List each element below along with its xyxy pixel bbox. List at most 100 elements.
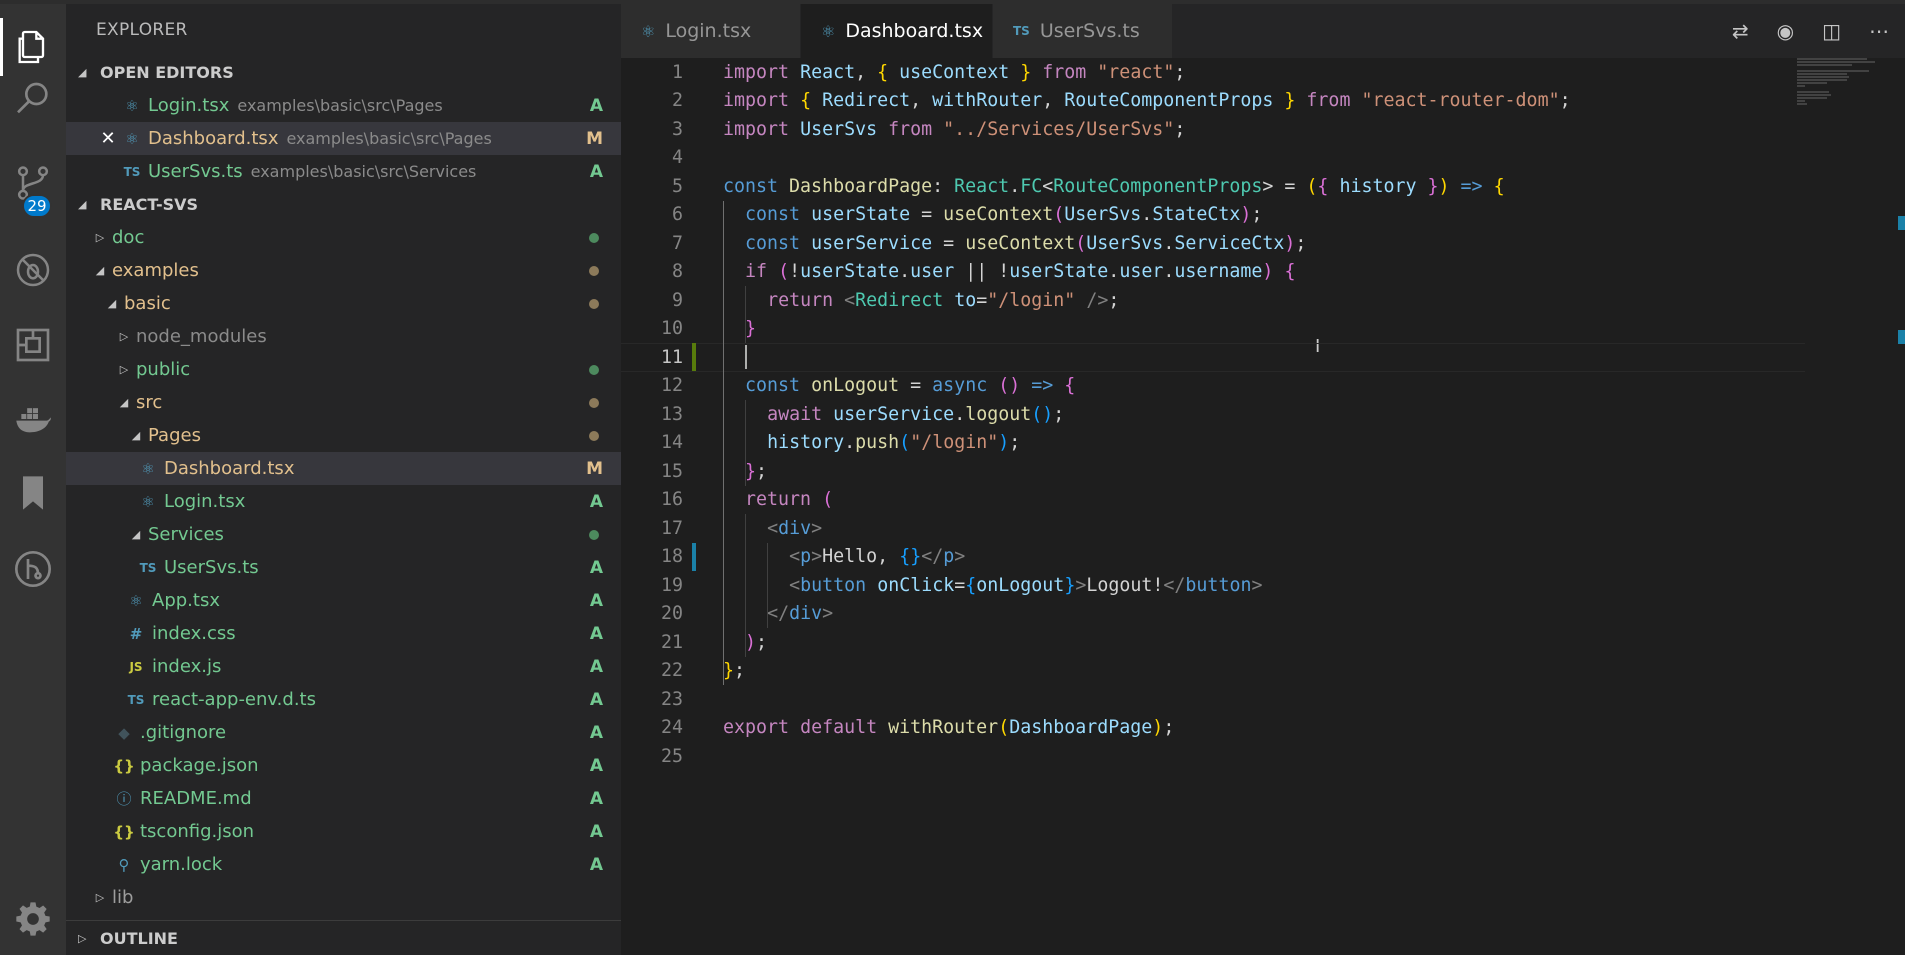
bookmarks-icon[interactable] — [0, 460, 66, 526]
sidebar-title: EXPLORER — [96, 20, 188, 40]
code-line[interactable]: 8 if (!userState.user || !userState.user.… — [621, 258, 1805, 287]
extensions-icon[interactable] — [0, 312, 66, 378]
status-dot — [589, 265, 599, 276]
tab-dashboard[interactable]: ⚛ Dashboard.tsx — [801, 4, 993, 58]
code-line[interactable]: 1 import React, { useContext } from "reac… — [621, 58, 1805, 87]
indent-guide — [745, 514, 747, 657]
search-icon[interactable] — [0, 66, 66, 132]
git-change-marker[interactable] — [692, 343, 696, 371]
tree-file-readme[interactable]: ⓘ README.md A — [66, 782, 621, 815]
status-dot — [589, 232, 599, 243]
tree-file-dashboard[interactable]: ⚛ Dashboard.tsx M — [66, 452, 621, 485]
tree-folder-pages[interactable]: ◢ Pages — [66, 419, 621, 452]
code-line[interactable]: 14 history.push("/login"); — [621, 429, 1805, 458]
tree-file-index-css[interactable]: # index.css A — [66, 617, 621, 650]
editor-scrollbar[interactable] — [1891, 58, 1905, 955]
editor-tabs: ⚛ Login.tsx ⚛ Dashboard.tsx TS UserSvs.t… — [621, 0, 1905, 58]
code-line[interactable]: 6 const userState = useContext(UserSvs.St… — [621, 201, 1805, 230]
tree-file-package-json[interactable]: {} package.json A — [66, 749, 621, 782]
code-line[interactable]: 13 await userService.logout(); — [621, 400, 1805, 429]
code-line[interactable]: 24 export default withRouter(DashboardPag… — [621, 714, 1805, 743]
code-text: history.push("/login"); — [767, 432, 1021, 454]
line-number: 16 — [660, 489, 683, 511]
react-icon: ⚛ — [641, 21, 656, 41]
open-editor-item[interactable]: ⚛ Login.tsx examples\basic\src\Pages A — [66, 89, 621, 122]
tree-folder-basic[interactable]: ◢ basic — [66, 287, 621, 320]
code-line[interactable]: 16 return ( — [621, 486, 1805, 515]
open-editors-header[interactable]: ◢ OPEN EDITORS — [66, 56, 621, 89]
git-change-marker[interactable] — [692, 542, 696, 571]
gear-icon[interactable] — [0, 886, 66, 952]
css-icon: # — [129, 624, 143, 643]
line-number: 25 — [660, 745, 683, 767]
code-line[interactable]: 2 import { Redirect, withRouter, RouteCom… — [621, 87, 1805, 116]
code-text: } — [745, 318, 757, 340]
react-icon: ⚛ — [125, 96, 139, 115]
git-status-badge: A — [589, 854, 603, 875]
git-status-badge: A — [589, 821, 603, 842]
open-editor-item[interactable]: TS UserSvs.ts examples\basic\src\Service… — [66, 155, 621, 188]
code-line[interactable]: 19 <button onClick={onLogout}>Logout!</bu… — [621, 571, 1805, 600]
more-actions-icon[interactable]: ⋯ — [1869, 19, 1889, 43]
code-text: const DashboardPage: React.FC<RouteCompo… — [723, 175, 1505, 197]
chevron-down-icon: ◢ — [119, 396, 129, 409]
json-icon: {} — [113, 756, 135, 775]
tree-folder-examples[interactable]: ◢ examples — [66, 254, 621, 287]
code-line[interactable]: 9 return <Redirect to="/login" />; — [621, 286, 1805, 315]
docker-icon[interactable] — [0, 386, 66, 452]
open-changes-icon[interactable]: ⇄ — [1732, 19, 1749, 43]
minimap[interactable] — [1797, 58, 1877, 118]
git-status-badge: A — [589, 656, 603, 677]
code-line[interactable]: 3 import UserSvs from "../Services/UserSv… — [621, 115, 1805, 144]
split-editor-icon[interactable]: ◫ — [1822, 19, 1841, 43]
tree-folder-public[interactable]: ▷ public — [66, 353, 621, 386]
git-graph-icon[interactable] — [0, 536, 66, 602]
code-line[interactable]: 21); — [621, 628, 1805, 657]
code-line[interactable]: 5 const DashboardPage: React.FC<RouteComp… — [621, 172, 1805, 201]
git-status-badge: A — [589, 557, 603, 578]
code-line[interactable]: 12 const onLogout = async () => { — [621, 372, 1805, 401]
code-line[interactable]: 18 <p>Hello, {}</p> — [621, 543, 1805, 572]
code-line[interactable]: 11 — [621, 343, 1805, 372]
tree-file-gitignore[interactable]: ◆ .gitignore A — [66, 716, 621, 749]
code-line[interactable]: 25 — [621, 742, 1805, 771]
close-icon[interactable]: ✕ — [96, 128, 120, 149]
code-line[interactable]: 17 <div> — [621, 514, 1805, 543]
code-line[interactable]: 15}; — [621, 457, 1805, 486]
line-number: 4 — [671, 147, 683, 169]
react-icon: ⚛ — [141, 492, 155, 511]
tree-file-react-app-env[interactable]: TS react-app-env.d.ts A — [66, 683, 621, 716]
code-editor[interactable]: I 1 import React, { useContext } from "re… — [621, 58, 1905, 955]
tree-file-tsconfig[interactable]: {} tsconfig.json A — [66, 815, 621, 848]
outline-header[interactable]: ▷ OUTLINE — [66, 920, 621, 955]
open-editor-item[interactable]: ✕ ⚛ Dashboard.tsx examples\basic\src\Pag… — [66, 122, 621, 155]
preview-icon[interactable]: ◉ — [1777, 19, 1794, 43]
code-line[interactable]: 10} — [621, 315, 1805, 344]
tree-file-login[interactable]: ⚛ Login.tsx A — [66, 485, 621, 518]
tree-file-app[interactable]: ⚛ App.tsx A — [66, 584, 621, 617]
chevron-down-icon: ◢ — [131, 429, 141, 442]
line-number: 9 — [671, 289, 683, 311]
code-line[interactable]: 23 — [621, 685, 1805, 714]
git-status-badge: A — [589, 161, 603, 182]
tree-file-usersvs[interactable]: TS UserSvs.ts A — [66, 551, 621, 584]
project-header[interactable]: ◢ REACT-SVS — [66, 188, 621, 221]
tab-usersvs[interactable]: TS UserSvs.ts — [993, 4, 1173, 58]
tree-file-index-js[interactable]: JS index.js A — [66, 650, 621, 683]
tab-login[interactable]: ⚛ Login.tsx — [621, 4, 801, 58]
code-line[interactable]: 20 </div> — [621, 600, 1805, 629]
code-line[interactable]: 22}; — [621, 657, 1805, 686]
code-text: }; — [723, 660, 746, 682]
tree-folder-src[interactable]: ◢ src — [66, 386, 621, 419]
line-number: 3 — [671, 118, 683, 140]
debug-icon[interactable] — [0, 237, 66, 303]
tree-file-yarn-lock[interactable]: ⚲ yarn.lock A — [66, 848, 621, 881]
code-text: return ( — [745, 489, 834, 511]
tree-folder-services[interactable]: ◢ Services — [66, 518, 621, 551]
tree-folder-doc[interactable]: ▷ doc — [66, 221, 621, 254]
tree-folder-lib[interactable]: ▷ lib — [66, 881, 621, 914]
tree-folder-node-modules[interactable]: ▷ node_modules — [66, 320, 621, 353]
code-line[interactable]: 7 const userService = useContext(UserSvs.… — [621, 229, 1805, 258]
code-line[interactable]: 4 — [621, 144, 1805, 173]
indent-guide — [723, 200, 724, 685]
